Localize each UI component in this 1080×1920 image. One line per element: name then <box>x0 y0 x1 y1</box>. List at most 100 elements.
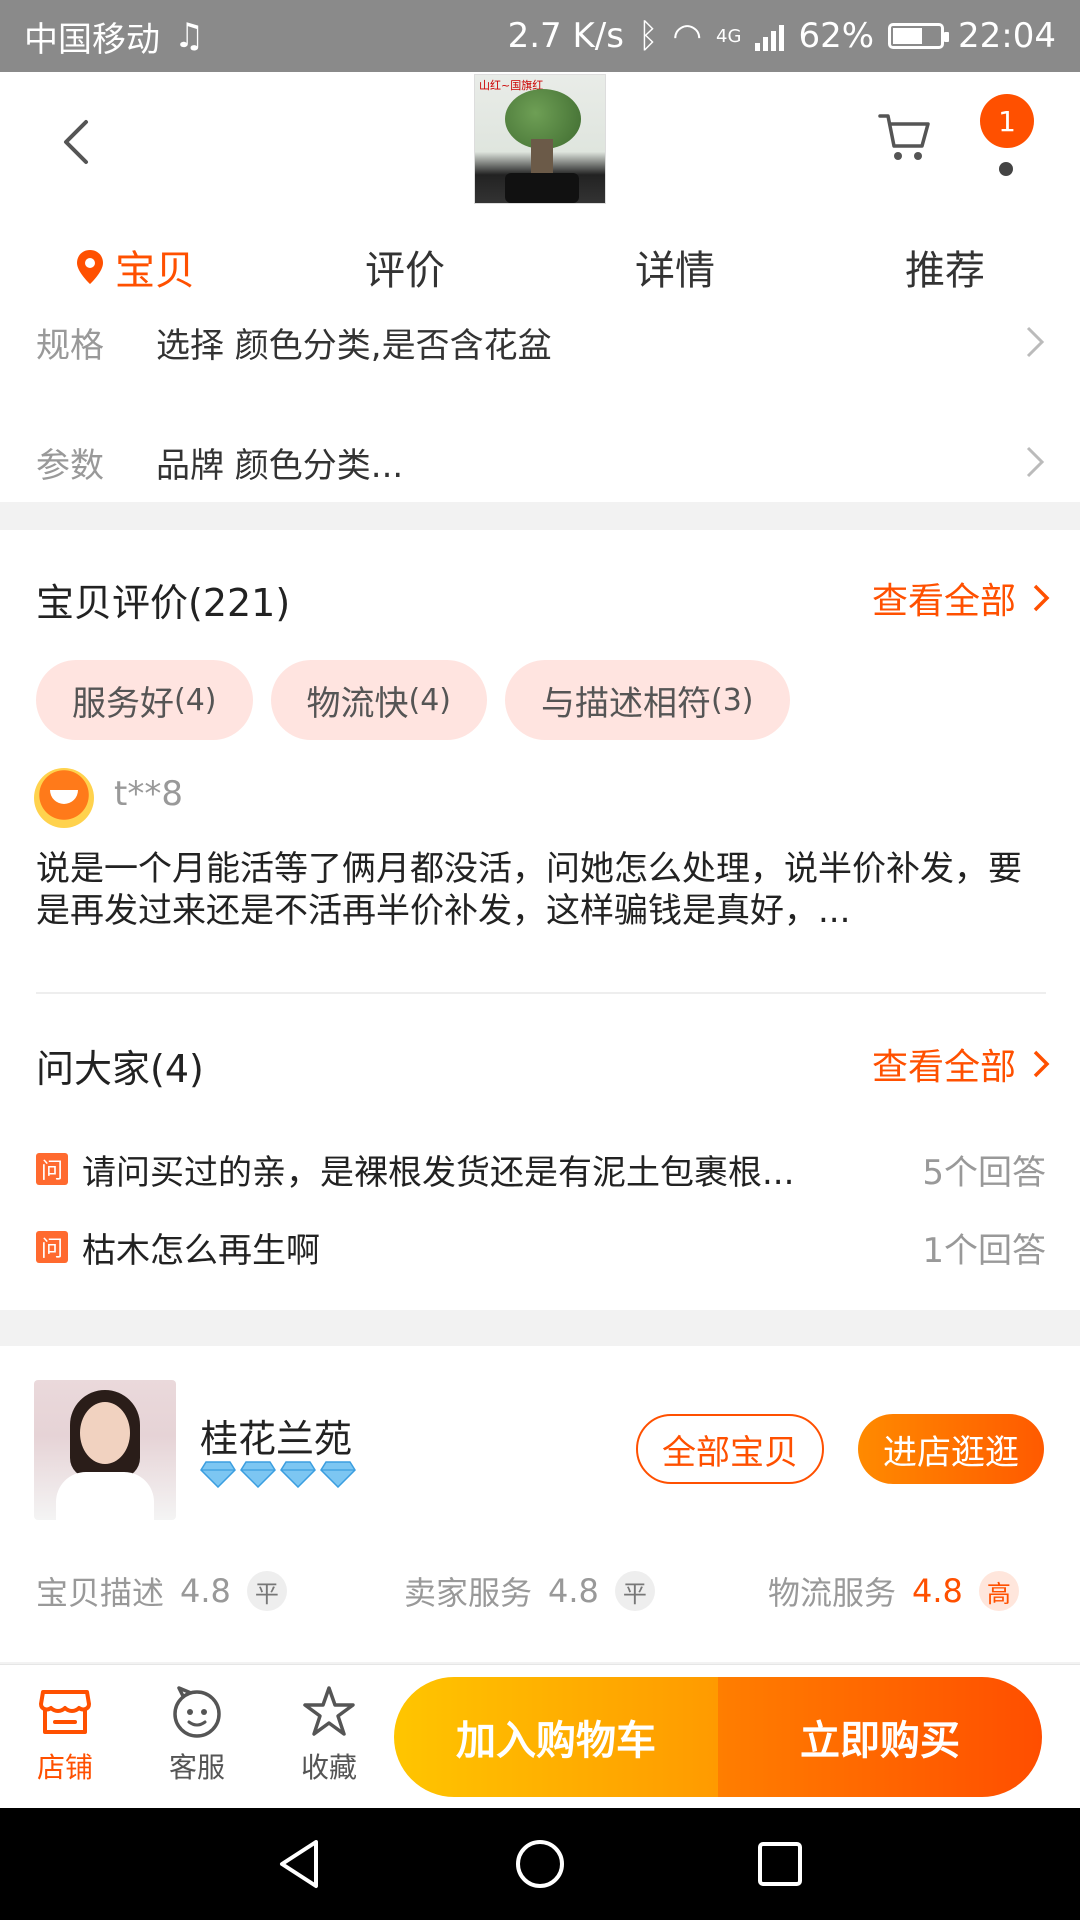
home-circle-icon[interactable] <box>512 1836 568 1892</box>
customer-service-button[interactable]: 客服 <box>142 1675 252 1795</box>
bluetooth-icon: ᛒ <box>637 16 659 56</box>
chip-count: (4) <box>408 682 452 718</box>
tab-label: 推荐 <box>905 248 985 294</box>
question-badge-icon: 问 <box>36 1231 68 1263</box>
qa-title: 问大家(4) <box>36 1047 204 1091</box>
qa-item[interactable]: 问 请问买过的亲，是裸根发货还是有泥土包裹根... 5个回答 <box>36 1144 1046 1194</box>
diamond-icon <box>240 1461 276 1488</box>
shop-avatar[interactable] <box>34 1380 176 1520</box>
tab-reviews[interactable]: 评价 <box>270 222 540 312</box>
location-pin-icon <box>77 250 103 284</box>
wifi-icon: ◠ <box>672 16 703 56</box>
chevron-right-icon <box>1026 326 1045 358</box>
rating-label: 宝贝描述 <box>36 1574 165 1612</box>
tab-recommend[interactable]: 推荐 <box>810 222 1080 312</box>
shop-section: 桂花兰苑 全部宝贝 进店逛逛 宝贝描述 4.8 平 卖家服务 4.8 平 物流服… <box>0 1346 1080 1662</box>
status-bar: 中国移动 ♫ 2.7 K/s ᛒ ◠ 4G 62% 22:04 <box>0 0 1080 72</box>
shop-name[interactable]: 桂花兰苑 <box>200 1408 352 1463</box>
reviewer-avatar <box>34 768 94 828</box>
purchase-buttons: 加入购物车 立即购买 <box>394 1677 1042 1797</box>
spec-row-params[interactable]: 参数 品牌 颜色分类... <box>0 432 1080 492</box>
reviewer-name: t**8 <box>114 774 183 814</box>
tab-label: 详情 <box>635 248 715 294</box>
network-speed: 2.7 K/s <box>507 16 624 56</box>
back-triangle-icon[interactable] <box>272 1836 328 1892</box>
spec-row-options[interactable]: 规格 选择 颜色分类,是否含花盆 <box>0 312 1080 372</box>
review-chip[interactable]: 服务好 (4) <box>36 660 253 740</box>
review-chip[interactable]: 物流快 (4) <box>270 660 487 740</box>
chip-count: (3) <box>711 682 754 718</box>
spec-label: 参数 <box>36 445 104 486</box>
rating-level-badge: 高 <box>978 1571 1019 1611</box>
store-label: 店铺 <box>36 1751 93 1784</box>
star-icon <box>303 1686 355 1736</box>
add-to-cart-button[interactable]: 加入购物车 <box>394 1677 718 1797</box>
product-thumbnail[interactable]: 山红~国旗红 <box>474 74 606 204</box>
favorite-button[interactable]: 收藏 <box>274 1675 384 1795</box>
store-button[interactable]: 店铺 <box>10 1675 120 1795</box>
reviews-section: 宝贝评价(221) 查看全部 服务好 (4) 物流快 (4) 与描述相符 (3) t*… <box>0 530 1080 1310</box>
divider <box>36 992 1046 994</box>
all-items-button[interactable]: 全部宝贝 <box>636 1414 824 1484</box>
review-text[interactable]: 说是一个月能活等了俩月都没活，问她怎么处理，说半价补发，要是再发过来还是不活再半… <box>36 848 1046 932</box>
chip-label: 物流快 <box>306 683 409 724</box>
rating-seller-service: 卖家服务 4.8 平 <box>404 1568 655 1614</box>
qa-view-all-link[interactable]: 查看全部 <box>872 1038 1050 1090</box>
rating-score: 4.8 <box>548 1572 599 1610</box>
carrier-label: 中国移动 <box>24 19 160 60</box>
chat-face-icon <box>173 1686 221 1738</box>
rating-level-badge: 平 <box>246 1571 287 1611</box>
shop-ratings: 宝贝描述 4.8 平 卖家服务 4.8 平 物流服务 4.8 高 <box>36 1568 1046 1618</box>
spec-section: 规格 选择 颜色分类,是否含花盆 参数 品牌 颜色分类... <box>0 312 1080 502</box>
rating-logistics: 物流服务 4.8 高 <box>768 1568 1019 1614</box>
more-menu-icon[interactable] <box>999 162 1013 176</box>
qa-question: 请问买过的亲，是裸根发货还是有泥土包裹根... <box>82 1152 795 1193</box>
back-arrow-icon[interactable] <box>48 112 108 172</box>
shop-level-diamonds <box>200 1460 356 1488</box>
service-label: 客服 <box>168 1751 225 1784</box>
tab-label: 宝贝 <box>115 248 195 294</box>
diamond-icon <box>280 1461 316 1488</box>
reviews-view-all-link[interactable]: 查看全部 <box>872 572 1050 624</box>
battery-icon <box>888 23 950 49</box>
rating-score: 4.8 <box>912 1572 963 1610</box>
clock: 22:04 <box>958 16 1056 56</box>
diamond-icon <box>200 1461 236 1488</box>
spec-label: 规格 <box>36 325 104 366</box>
chevron-right-icon <box>1026 446 1045 478</box>
tab-label: 评价 <box>365 248 445 294</box>
notification-badge[interactable]: 1 <box>980 94 1034 148</box>
rating-level-badge: 平 <box>614 1571 655 1611</box>
favorite-label: 收藏 <box>300 1751 357 1784</box>
tab-item[interactable]: 宝贝 <box>0 222 270 312</box>
chevron-right-icon <box>1033 584 1050 612</box>
music-icon: ♫ <box>174 16 205 56</box>
chevron-right-icon <box>1033 1050 1050 1078</box>
question-badge-icon: 问 <box>36 1153 68 1185</box>
buy-now-button[interactable]: 立即购买 <box>718 1677 1042 1797</box>
rating-score: 4.8 <box>180 1572 231 1610</box>
section-tabs: 宝贝 评价 详情 推荐 <box>0 222 1080 312</box>
review-tag-chips: 服务好 (4) 物流快 (4) 与描述相符 (3) <box>36 660 790 740</box>
spec-value: 品牌 颜色分类... <box>156 445 404 486</box>
diamond-icon <box>320 1461 356 1488</box>
tab-details[interactable]: 详情 <box>540 222 810 312</box>
cart-icon[interactable] <box>876 108 932 164</box>
review-chip[interactable]: 与描述相符 (3) <box>505 660 790 740</box>
chip-label: 与描述相符 <box>541 683 711 724</box>
qa-answer-count: 1个回答 <box>922 1230 1046 1271</box>
network-type: 4G <box>716 25 742 47</box>
battery-percent: 62% <box>798 16 875 56</box>
qa-question: 枯木怎么再生啊 <box>82 1230 320 1271</box>
recents-square-icon[interactable] <box>752 1836 808 1892</box>
reviews-title: 宝贝评价(221) <box>36 581 291 625</box>
product-header: 山红~国旗红 1 宝贝 评价 详情 推荐 <box>0 72 1080 312</box>
qa-item[interactable]: 问 枯木怎么再生啊 1个回答 <box>36 1222 1046 1272</box>
signal-icon <box>755 21 785 51</box>
spec-value: 选择 颜色分类,是否含花盆 <box>156 325 552 366</box>
view-all-label: 查看全部 <box>871 1047 1016 1088</box>
system-nav-bar <box>0 1808 1080 1920</box>
enter-store-button[interactable]: 进店逛逛 <box>858 1414 1044 1484</box>
store-icon <box>39 1690 91 1734</box>
bottom-action-bar: 店铺 客服 收藏 加入购物车 立即购买 <box>0 1664 1080 1808</box>
